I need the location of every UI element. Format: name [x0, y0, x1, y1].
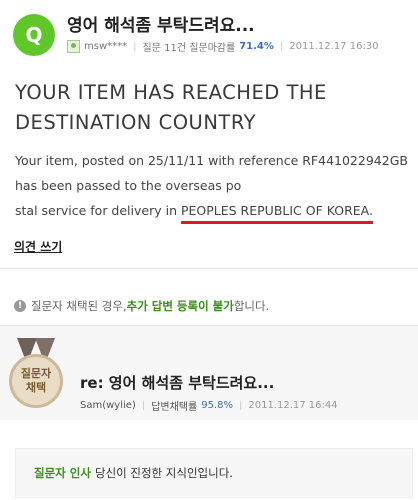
- notice-suffix: 합니다.: [233, 299, 270, 313]
- answer-meta: Sam(wylie) | 답변채택률 95.8% | 2011.12.17 16…: [80, 398, 338, 413]
- adopted-medal-icon: 질문자 채택: [5, 338, 67, 414]
- question-date: 2011.12.17 16:30: [289, 40, 379, 52]
- question-stat-label: 질문 11건 질문마감률: [142, 42, 236, 54]
- meta-separator: |: [141, 400, 146, 411]
- thanks-message: 당신이 진정한 지식인입니다.: [95, 466, 233, 480]
- headline-line-2: DESTINATION COUNTRY: [15, 111, 257, 134]
- meta-separator: |: [133, 40, 137, 52]
- body-line-3: stal service for delivery in PEOPLES REP…: [15, 198, 415, 224]
- body-line-1: Your item, posted on 25/11/11 with refer…: [15, 153, 408, 168]
- answer-date: 2011.12.17 16:44: [248, 400, 338, 411]
- medal-label-2: 채택: [25, 381, 47, 394]
- thanks-label: 질문자 인사: [34, 466, 91, 480]
- question-header: Q 영어 해석좀 부탁드려요... msw**** | 질문 11건 질문마감률…: [0, 0, 418, 66]
- question-author[interactable]: msw****: [84, 41, 127, 52]
- highlighted-destination: PEOPLES REPUBLIC OF KOREA.: [180, 201, 373, 224]
- adoption-notice: ! 질문자 채택된 경우, 추가 답변 등록이 불가 합니다.: [14, 298, 269, 314]
- questioner-thanks-box: 질문자 인사 당신이 진정한 지식인입니다.: [15, 448, 413, 498]
- meta-separator: |: [238, 400, 243, 411]
- medal-label-1: 질문자: [20, 367, 52, 380]
- question-title[interactable]: 영어 해석좀 부탁드려요...: [67, 11, 255, 36]
- medal-coin: 질문자 채택: [9, 354, 63, 408]
- question-meta: msw**** | 질문 11건 질문마감률 71.4% | 2011.12.1…: [67, 39, 379, 54]
- body-line-2: has been passed to the overseas po: [15, 178, 242, 193]
- notice-prefix: 질문자 채택된 경우,: [31, 299, 127, 313]
- answer-adoption-rate: 95.8%: [201, 400, 233, 411]
- question-badge-icon: Q: [13, 14, 55, 56]
- tracking-headline: YOUR ITEM HAS REACHED THE DESTINATION CO…: [15, 78, 410, 138]
- user-avatar-icon[interactable]: [67, 39, 80, 53]
- headline-line-1: YOUR ITEM HAS REACHED THE: [15, 81, 327, 104]
- write-opinion-link[interactable]: 의견 쓰기: [14, 238, 62, 255]
- section-divider: [0, 268, 418, 269]
- answer-title[interactable]: re: 영어 해석좀 부탁드려요...: [80, 372, 274, 393]
- answer-section: 질문자 채택 re: 영어 해석좀 부탁드려요... Sam(wylie) | …: [0, 325, 418, 420]
- answer-rate-label: 답변채택률: [151, 402, 198, 413]
- tracking-body: Your item, posted on 25/11/11 with refer…: [15, 148, 415, 224]
- info-icon: !: [14, 300, 26, 312]
- meta-separator: |: [279, 40, 284, 52]
- question-close-rate: 71.4%: [239, 40, 274, 52]
- answer-author[interactable]: Sam(wylie): [80, 400, 136, 411]
- body-line-3-prefix: stal service for delivery in: [15, 203, 181, 218]
- notice-emphasis: 추가 답변 등록이 불가: [126, 299, 234, 313]
